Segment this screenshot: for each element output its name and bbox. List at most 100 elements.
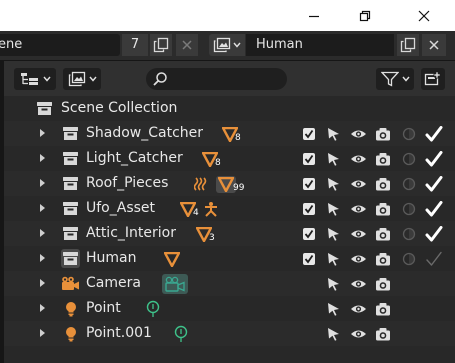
indirect-only-icon[interactable] <box>424 125 444 142</box>
holdout-toggle-icon[interactable] <box>400 125 417 142</box>
selectable-toggle-icon[interactable] <box>324 300 341 317</box>
outliner-row-attic-interior[interactable]: Attic_Interior 3 <box>4 221 455 246</box>
editor-type-dropdown[interactable] <box>14 68 56 90</box>
expand-arrow-icon[interactable] <box>40 129 45 137</box>
holdout-toggle-icon[interactable] <box>400 150 417 167</box>
display-mode-dropdown[interactable] <box>63 68 101 90</box>
render-camera-icon[interactable] <box>374 175 391 192</box>
render-camera-icon[interactable] <box>374 150 391 167</box>
expand-arrow-icon[interactable] <box>40 229 45 237</box>
render-camera-icon[interactable] <box>374 275 391 292</box>
visibility-eye-icon[interactable] <box>350 325 367 342</box>
render-camera-icon[interactable] <box>374 225 391 242</box>
render-camera-icon[interactable] <box>374 200 391 217</box>
outliner-row-roof-pieces[interactable]: Roof_Pieces 99 <box>4 171 455 196</box>
selectable-toggle-icon[interactable] <box>324 325 341 342</box>
camera-data-icon[interactable] <box>162 274 188 294</box>
duplicate-scene-button[interactable] <box>150 34 172 56</box>
search-input[interactable] <box>146 68 287 90</box>
outliner-row-light-catcher[interactable]: Light_Catcher 8 <box>4 146 455 171</box>
expand-arrow-icon[interactable] <box>40 179 45 187</box>
expand-arrow-icon[interactable] <box>40 204 45 212</box>
mesh-count-badge[interactable]: 8 <box>202 149 221 169</box>
collection-icon <box>61 249 80 268</box>
selectable-toggle-icon[interactable] <box>324 125 341 142</box>
selectable-toggle-icon[interactable] <box>324 275 341 292</box>
scene-collection-row[interactable]: Scene Collection <box>4 96 455 121</box>
outliner-row-ufo-asset[interactable]: Ufo_Asset 4 <box>4 196 455 221</box>
expand-arrow-icon[interactable] <box>40 154 45 162</box>
close-icon <box>418 10 430 21</box>
armature-icon <box>204 202 217 217</box>
outliner-row-point-001[interactable]: Point.001 <box>4 321 455 346</box>
mesh-count-badge[interactable]: 8 <box>222 124 241 144</box>
expand-arrow-icon[interactable] <box>40 304 45 312</box>
selectable-toggle-icon[interactable] <box>324 200 341 217</box>
mesh-count-badge[interactable]: 3 <box>196 224 215 244</box>
selectable-toggle-icon[interactable] <box>324 250 341 267</box>
holdout-toggle-icon[interactable] <box>400 250 417 267</box>
delete-scene-button[interactable] <box>176 34 198 56</box>
exclude-checkbox[interactable] <box>300 125 317 142</box>
light-data-icon[interactable] <box>146 299 160 319</box>
delete-view-layer-button[interactable] <box>422 34 446 56</box>
mesh-count-badge[interactable]: 4 <box>180 199 219 219</box>
outliner-row-point[interactable]: Point <box>4 296 455 321</box>
render-camera-icon[interactable] <box>374 125 391 142</box>
maximize-button[interactable] <box>342 0 388 31</box>
view-layer-dropdown[interactable] <box>209 34 245 56</box>
exclude-checkbox[interactable] <box>300 250 317 267</box>
selectable-toggle-icon[interactable] <box>324 225 341 242</box>
scene-user-count[interactable]: 7 <box>122 34 148 56</box>
indirect-only-icon[interactable] <box>424 250 444 267</box>
indirect-only-icon[interactable] <box>424 200 444 217</box>
visibility-eye-icon[interactable] <box>350 250 367 267</box>
row-label: Shadow_Catcher <box>86 125 204 141</box>
exclude-checkbox[interactable] <box>300 200 317 217</box>
indirect-only-icon[interactable] <box>424 225 444 242</box>
scene-name-field[interactable]: ene <box>0 34 120 56</box>
view-layer-name-field[interactable]: Human <box>246 34 394 56</box>
collection-icon <box>61 224 80 243</box>
duplicate-icon <box>400 37 416 53</box>
expand-arrow-icon[interactable] <box>40 329 45 337</box>
exclude-checkbox[interactable] <box>300 225 317 242</box>
visibility-eye-icon[interactable] <box>350 125 367 142</box>
holdout-toggle-icon[interactable] <box>400 200 417 217</box>
visibility-eye-icon[interactable] <box>350 275 367 292</box>
filter-dropdown[interactable] <box>376 68 414 90</box>
visibility-eye-icon[interactable] <box>350 200 367 217</box>
chevron-down-icon <box>88 76 97 82</box>
expand-arrow-icon[interactable] <box>40 254 45 262</box>
mesh-count-badge[interactable] <box>164 249 180 269</box>
outliner-row-shadow-catcher[interactable]: Shadow_Catcher 8 <box>4 121 455 146</box>
visibility-eye-icon[interactable] <box>350 225 367 242</box>
minimize-button[interactable] <box>291 0 337 31</box>
row-label: Attic_Interior <box>86 225 176 241</box>
duplicate-view-layer-button[interactable] <box>397 34 419 56</box>
view-layer-name: Human <box>256 37 303 52</box>
outliner-row-human[interactable]: Human <box>4 246 455 271</box>
holdout-toggle-icon[interactable] <box>400 175 417 192</box>
close-icon <box>182 40 192 50</box>
render-camera-icon[interactable] <box>374 300 391 317</box>
render-camera-icon[interactable] <box>374 250 391 267</box>
outliner-row-camera[interactable]: Camera <box>4 271 455 296</box>
holdout-toggle-icon[interactable] <box>400 225 417 242</box>
visibility-eye-icon[interactable] <box>350 150 367 167</box>
selectable-toggle-icon[interactable] <box>324 175 341 192</box>
new-collection-button[interactable] <box>421 68 445 90</box>
selectable-toggle-icon[interactable] <box>324 150 341 167</box>
light-object-icon <box>61 324 80 343</box>
indirect-only-icon[interactable] <box>424 175 444 192</box>
indirect-only-icon[interactable] <box>424 150 444 167</box>
close-window-button[interactable] <box>401 0 447 31</box>
mesh-count-badge[interactable]: 99 <box>194 174 244 194</box>
expand-arrow-icon[interactable] <box>40 279 45 287</box>
exclude-checkbox[interactable] <box>300 150 317 167</box>
exclude-checkbox[interactable] <box>300 175 317 192</box>
visibility-eye-icon[interactable] <box>350 300 367 317</box>
render-camera-icon[interactable] <box>374 325 391 342</box>
visibility-eye-icon[interactable] <box>350 175 367 192</box>
light-data-icon[interactable] <box>174 324 188 344</box>
